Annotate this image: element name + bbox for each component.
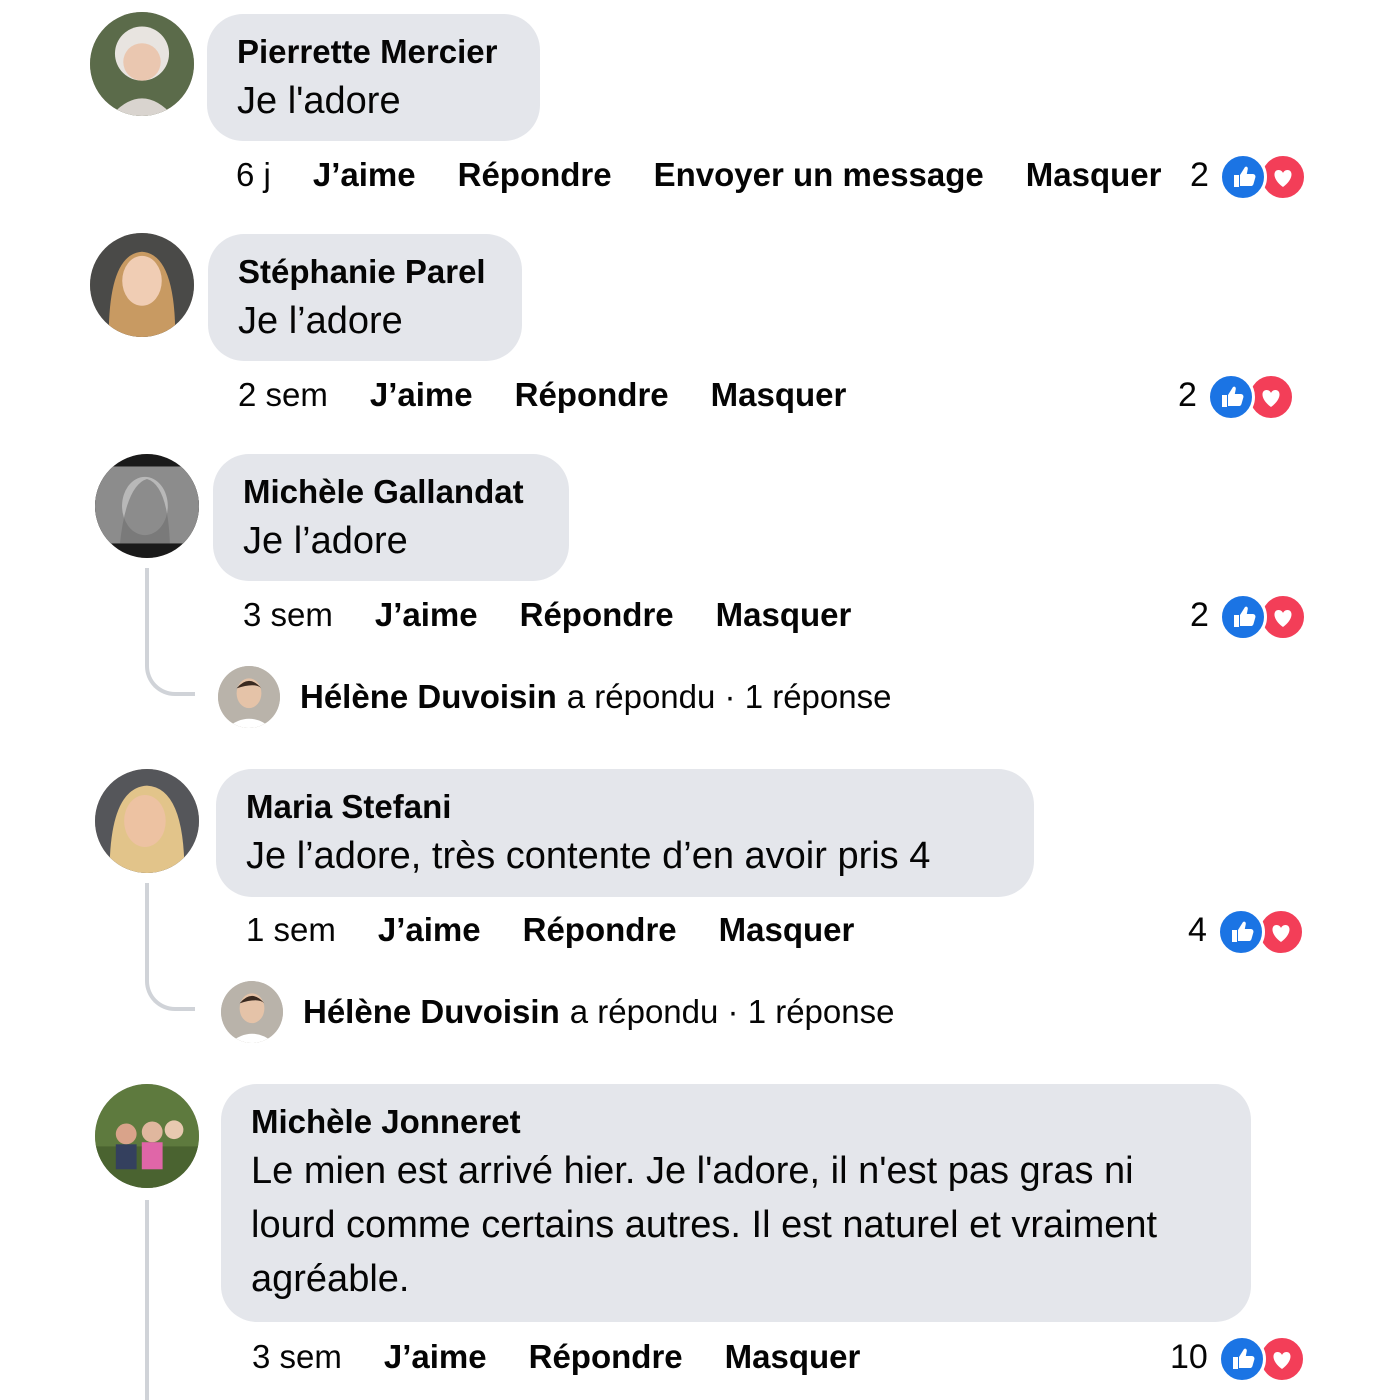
comment-text: Je l'adore — [237, 80, 401, 122]
comment-time[interactable]: 3 sem — [252, 1338, 342, 1376]
like-reaction-icon — [1216, 908, 1265, 956]
comment-time[interactable]: 2 sem — [238, 376, 328, 414]
comment-author[interactable]: Michèle Jonneret — [251, 1100, 1221, 1144]
reaction-count: 10 — [1170, 1337, 1208, 1376]
avatar[interactable] — [90, 12, 194, 116]
reactions[interactable]: 2 — [1190, 590, 1309, 641]
like-reaction-icon — [1206, 373, 1255, 421]
comment-bubble: Stéphanie Parel Je l’adore — [208, 234, 522, 361]
reply-author[interactable]: Hélène Duvoisin — [303, 993, 560, 1031]
avatar[interactable] — [218, 666, 280, 728]
thread-connector — [145, 1200, 149, 1400]
send-message-button[interactable]: Envoyer un message — [654, 156, 984, 194]
like-button[interactable]: J’aime — [378, 911, 481, 949]
like-button[interactable]: J’aime — [375, 596, 478, 634]
reactions[interactable]: 10 — [1170, 1332, 1308, 1383]
reply-count-text[interactable]: a répondu · 1 réponse — [567, 678, 892, 716]
thread-connector — [145, 568, 195, 696]
reply-count-text[interactable]: a répondu · 1 réponse — [570, 993, 895, 1031]
comment-bubble: Pierrette Mercier Je l'adore — [207, 14, 540, 141]
reactions[interactable]: 4 — [1188, 905, 1307, 956]
hide-button[interactable]: Masquer — [716, 596, 852, 634]
reply-button[interactable]: Répondre — [458, 156, 612, 194]
like-button[interactable]: J’aime — [370, 376, 473, 414]
reply-button[interactable]: Répondre — [515, 376, 669, 414]
hide-button[interactable]: Masquer — [719, 911, 855, 949]
reaction-icons — [1217, 1335, 1308, 1383]
reply-author[interactable]: Hélène Duvoisin — [300, 678, 557, 716]
comment-bubble: Maria Stefani Je l’adore, très contente … — [216, 769, 1034, 897]
comment-time[interactable]: 6 j — [236, 156, 271, 194]
hide-button[interactable]: Masquer — [1026, 156, 1162, 194]
comment-actions: 3 sem J’aime Répondre Masquer — [243, 590, 893, 640]
reactions[interactable]: 2 — [1190, 150, 1309, 201]
comment-time[interactable]: 1 sem — [246, 911, 336, 949]
comment-actions: 1 sem J’aime Répondre Masquer — [246, 905, 896, 955]
like-reaction-icon — [1218, 153, 1267, 201]
comment-author[interactable]: Michèle Gallandat — [243, 470, 539, 514]
comment-text: Je l’adore — [238, 300, 403, 342]
comment-text: Le mien est arrivé hier. Je l'adore, il … — [251, 1150, 1158, 1300]
hide-button[interactable]: Masquer — [711, 376, 847, 414]
reaction-count: 2 — [1190, 155, 1209, 194]
thread-connector — [145, 883, 195, 1011]
comment-author[interactable]: Stéphanie Parel — [238, 250, 492, 294]
reply-button[interactable]: Répondre — [523, 911, 677, 949]
hide-button[interactable]: Masquer — [725, 1338, 861, 1376]
avatar[interactable] — [95, 454, 199, 558]
comment-author[interactable]: Maria Stefani — [246, 785, 1004, 829]
reaction-icons — [1218, 153, 1309, 201]
avatar[interactable] — [95, 769, 199, 873]
avatar[interactable] — [95, 1084, 199, 1188]
like-reaction-icon — [1217, 1335, 1266, 1383]
comment-time[interactable]: 3 sem — [243, 596, 333, 634]
reaction-count: 4 — [1188, 910, 1207, 949]
comment-actions: 3 sem J’aime Répondre Masquer — [252, 1332, 902, 1382]
reactions[interactable]: 2 — [1178, 370, 1297, 421]
comment-bubble: Michèle Gallandat Je l’adore — [213, 454, 569, 581]
reaction-count: 2 — [1178, 375, 1197, 414]
reaction-icons — [1206, 373, 1297, 421]
reaction-icons — [1216, 908, 1307, 956]
like-button[interactable]: J’aime — [313, 156, 416, 194]
comment-bubble: Michèle Jonneret Le mien est arrivé hier… — [221, 1084, 1251, 1322]
like-button[interactable]: J’aime — [384, 1338, 487, 1376]
replies-summary[interactable]: Hélène Duvoisin a répondu · 1 réponse — [218, 664, 891, 730]
reply-button[interactable]: Répondre — [529, 1338, 683, 1376]
like-reaction-icon — [1218, 593, 1267, 641]
comment-author[interactable]: Pierrette Mercier — [237, 30, 510, 74]
reaction-count: 2 — [1190, 595, 1209, 634]
comment-text: Je l’adore, très contente d’en avoir pri… — [246, 835, 931, 877]
avatar[interactable] — [90, 233, 194, 337]
comment-actions: 2 sem J’aime Répondre Masquer — [238, 370, 888, 420]
replies-summary[interactable]: Hélène Duvoisin a répondu · 1 réponse — [221, 979, 894, 1045]
reaction-icons — [1218, 593, 1309, 641]
reply-button[interactable]: Répondre — [520, 596, 674, 634]
comment-actions: 6 j J’aime Répondre Envoyer un message M… — [236, 150, 1204, 200]
avatar[interactable] — [221, 981, 283, 1043]
comment-text: Je l’adore — [243, 520, 408, 562]
